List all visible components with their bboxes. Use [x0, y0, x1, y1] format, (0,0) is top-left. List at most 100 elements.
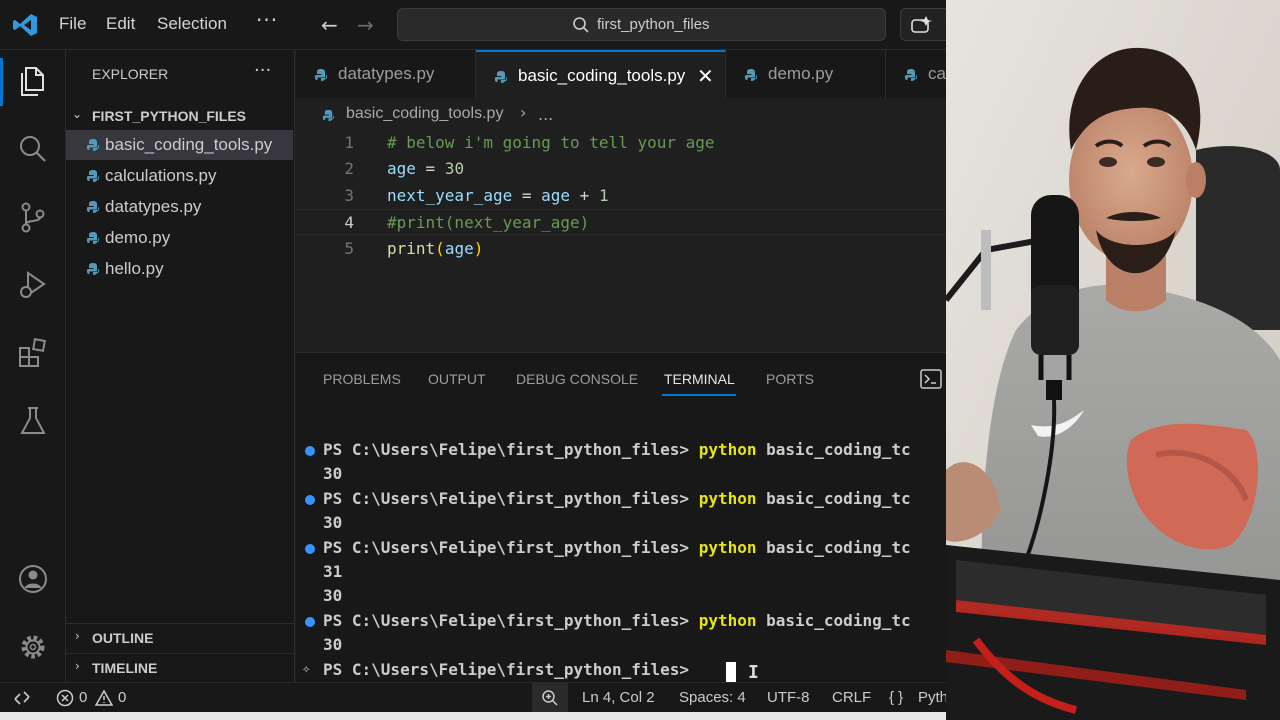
tok-30: 30: [444, 159, 465, 178]
explorer-more-button[interactable]: ···: [254, 60, 271, 81]
editor-tab[interactable]: ca: [886, 50, 946, 98]
tab-label: basic_coding_tools.py: [518, 66, 686, 85]
file-name: datatypes.py: [105, 197, 202, 216]
file-item[interactable]: hello.py: [66, 254, 293, 284]
tab-terminal[interactable]: TERMINAL: [664, 371, 735, 387]
timeline-section[interactable]: › TIMELINE: [66, 653, 295, 679]
editor-tab[interactable]: basic_coding_tools.py ✕: [476, 50, 726, 98]
terminal-output-line: 31: [296, 560, 946, 584]
python-file-icon: [314, 69, 328, 81]
cursor-position[interactable]: Ln 4, Col 2: [582, 689, 655, 706]
tab-problems[interactable]: PROBLEMS: [323, 371, 401, 387]
search-icon[interactable]: [16, 132, 50, 166]
error-icon[interactable]: [56, 689, 74, 707]
code-line: 5 print(age): [296, 236, 946, 262]
file-item[interactable]: calculations.py: [66, 161, 293, 191]
output-text: 30: [323, 635, 343, 654]
new-terminal-icon[interactable]: [920, 369, 942, 389]
terminal-prompt: PS C:\Users\Felipe\first_python_files> p…: [323, 489, 911, 508]
sparkle-icon: ✧: [302, 661, 311, 677]
editor-tab[interactable]: demo.py: [726, 50, 886, 98]
code-editor[interactable]: 1 # below i'm going to tell your age 2 a…: [296, 130, 946, 352]
forward-arrow-icon[interactable]: →: [357, 13, 374, 37]
python-file-icon: [322, 109, 335, 122]
tok-paren: (: [435, 239, 445, 258]
tab-debug-console[interactable]: DEBUG CONSOLE: [516, 371, 638, 387]
prompt-text: PS C:\Users\Felipe\first_python_files>: [323, 611, 699, 630]
tok-next-year-age: next_year_age: [387, 186, 513, 205]
command-text: python: [698, 611, 757, 630]
testing-icon[interactable]: [16, 404, 50, 438]
menu-file[interactable]: File: [59, 14, 86, 34]
tab-output[interactable]: OUTPUT: [428, 371, 486, 387]
tok-plus: +: [570, 186, 599, 205]
terminal-command-line: PS C:\Users\Felipe\first_python_files> p…: [296, 438, 946, 462]
encoding[interactable]: UTF-8: [767, 689, 810, 706]
prompt-text: PS C:\Users\Felipe\first_python_files>: [323, 489, 699, 508]
title-bar: File Edit Selection ··· ← → first_python…: [0, 0, 946, 50]
line-ending[interactable]: CRLF: [832, 689, 871, 706]
tok-age: age: [387, 159, 416, 178]
menu-more-button[interactable]: ···: [256, 8, 278, 32]
code-text: # below i'm going to tell your age: [387, 133, 715, 152]
zoom-button[interactable]: [532, 683, 568, 713]
code-line: 2 age = 30: [296, 156, 946, 182]
warning-icon[interactable]: [95, 689, 113, 707]
tok-assign: =: [415, 159, 445, 178]
menu-selection[interactable]: Selection: [157, 14, 227, 34]
language-braces[interactable]: { }: [889, 689, 903, 706]
tok-age: age: [541, 186, 571, 205]
command-center-search[interactable]: first_python_files: [397, 8, 886, 41]
line-number: 3: [344, 186, 354, 205]
file-item[interactable]: basic_coding_tools.py: [66, 130, 293, 160]
command-text: python: [698, 489, 757, 508]
chevron-right-icon: ›: [75, 629, 80, 643]
warning-count[interactable]: 0: [118, 689, 126, 706]
breadcrumb-file[interactable]: basic_coding_tools.py: [346, 105, 503, 123]
extensions-icon[interactable]: [16, 336, 50, 370]
command-text: python: [698, 538, 757, 557]
terminal-active-line: ✧ PS C:\Users\Felipe\first_python_files>: [296, 658, 946, 682]
tok-1: 1: [598, 186, 609, 205]
file-name: calculations.py: [105, 166, 217, 185]
terminal-prompt: PS C:\Users\Felipe\first_python_files>: [323, 660, 699, 679]
folder-header[interactable]: ⌄ FIRST_PYTHON_FILES: [66, 102, 295, 128]
copilot-button[interactable]: [900, 8, 946, 41]
run-debug-icon[interactable]: [16, 268, 50, 302]
output-text: 30: [323, 586, 343, 605]
search-text: first_python_files: [597, 16, 710, 33]
file-item[interactable]: demo.py: [66, 223, 293, 253]
error-count[interactable]: 0: [79, 689, 87, 706]
tok-paren: ): [473, 239, 484, 258]
explorer-icon[interactable]: [16, 64, 50, 98]
argument-text: basic_coding_tc: [756, 611, 911, 630]
zoom-icon: [542, 690, 558, 706]
terminal-prompt: PS C:\Users\Felipe\first_python_files> p…: [323, 440, 911, 459]
line-number: 2: [344, 159, 354, 178]
editor-tab[interactable]: datatypes.py: [296, 50, 476, 98]
remote-button[interactable]: [0, 683, 44, 713]
settings-gear-icon[interactable]: [16, 630, 50, 664]
tab-ports[interactable]: PORTS: [766, 371, 814, 387]
account-icon[interactable]: [16, 562, 50, 596]
close-icon[interactable]: ✕: [697, 64, 714, 88]
terminal[interactable]: PS C:\Users\Felipe\first_python_files> p…: [296, 433, 946, 683]
active-tab-underline: [662, 394, 736, 396]
terminal-output-line: 30: [296, 511, 946, 535]
menu-edit[interactable]: Edit: [106, 14, 135, 34]
breadcrumb-symbols[interactable]: ...: [538, 105, 553, 124]
file-item[interactable]: datatypes.py: [66, 192, 293, 222]
indentation[interactable]: Spaces: 4: [679, 689, 746, 706]
copilot-icon: [911, 16, 932, 33]
source-control-icon[interactable]: [16, 200, 50, 234]
terminal-command-line: PS C:\Users\Felipe\first_python_files> p…: [296, 487, 946, 511]
python-file-icon: [86, 139, 100, 151]
code-line-current: 4 #print(next_year_age): [296, 209, 946, 235]
back-arrow-icon[interactable]: ←: [321, 13, 338, 37]
vscode-window: File Edit Selection ··· ← → first_python…: [0, 0, 946, 720]
bottom-panel: PROBLEMS OUTPUT DEBUG CONSOLE TERMINAL P…: [296, 352, 946, 683]
language-mode[interactable]: Pyth: [918, 689, 946, 706]
outline-section[interactable]: › OUTLINE: [66, 623, 295, 649]
command-text: python: [698, 440, 757, 459]
terminal-command-line: PS C:\Users\Felipe\first_python_files> p…: [296, 536, 946, 560]
